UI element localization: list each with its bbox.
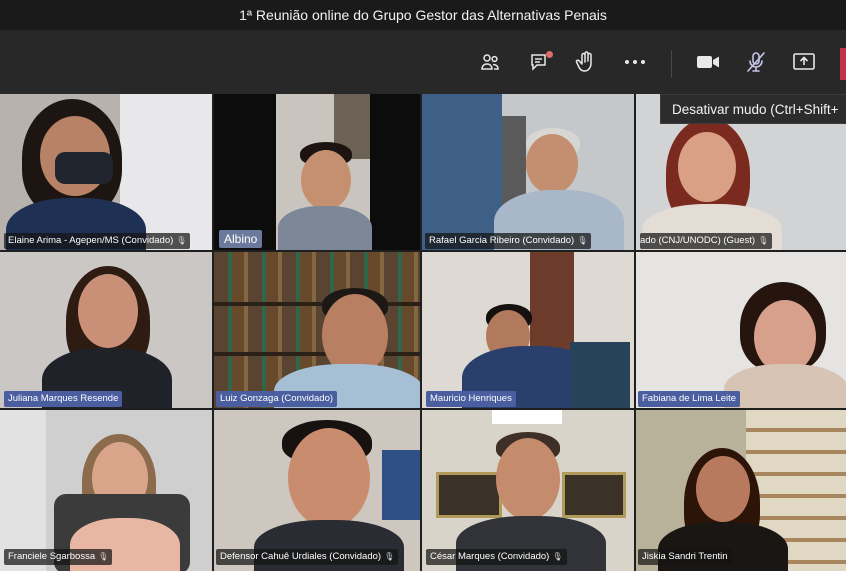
participant-name-label: Rafael Garcia Ribeiro (Convidado) 🎙 — [425, 233, 592, 249]
chat-button[interactable] — [522, 44, 558, 80]
participants-button[interactable] — [472, 44, 508, 80]
participant-name: Mauricio Henriques — [430, 393, 512, 404]
mic-button[interactable] — [738, 44, 774, 80]
meeting-toolbar — [0, 30, 846, 94]
participant-name: Elaine Arima - Agepen/MS (Convidado) — [8, 235, 174, 246]
meeting-title: 1ª Reunião online do Grupo Gestor das Al… — [239, 7, 607, 23]
more-actions-icon — [625, 60, 645, 64]
mic-icon: 🎙 — [758, 236, 769, 245]
participant-name-label: Franciele Sgarbossa 🎙 — [4, 549, 113, 565]
video-tile[interactable] — [214, 252, 420, 408]
participant-name: Franciele Sgarbossa — [8, 551, 96, 562]
participant-name-label: Albino — [219, 230, 263, 248]
mic-icon: 🎙 — [552, 552, 563, 561]
participant-name-label: Elaine Arima - Agepen/MS (Convidado) 🎙 — [4, 233, 191, 249]
video-tile[interactable] — [636, 410, 846, 571]
participants-icon — [481, 54, 499, 70]
raise-hand-button[interactable] — [568, 44, 604, 80]
video-grid: Elaine Arima - Agepen/MS (Convidado) 🎙 Al… — [0, 94, 846, 571]
video-tile[interactable] — [422, 252, 634, 408]
mic-muted-icon — [747, 52, 765, 72]
participant-name-label: ado (CNJ/UNODC) (Guest) 🎙 — [640, 233, 773, 249]
participant-name: César Marques (Convidado) — [430, 551, 550, 562]
video-tile[interactable] — [0, 410, 212, 571]
participant-name: ado (CNJ/UNODC) (Guest) — [640, 235, 756, 246]
camera-button[interactable] — [690, 44, 726, 80]
mic-icon: 🎙 — [577, 236, 588, 245]
video-tile[interactable] — [422, 410, 634, 571]
participant-name: Juliana Marques Resende — [8, 393, 119, 404]
participant-name: Luiz Gonzaga (Convidado) — [220, 393, 334, 404]
share-screen-icon — [793, 53, 815, 70]
participant-name-label: Luiz Gonzaga (Convidado) — [216, 391, 338, 407]
participant-name: Defensor Cahuê Urdiales (Convidado) — [220, 551, 382, 562]
participant-name: Rafael Garcia Ribeiro (Convidado) — [429, 235, 575, 246]
raise-hand-icon — [575, 51, 592, 72]
camera-icon — [697, 56, 719, 68]
share-screen-button[interactable] — [786, 44, 822, 80]
video-tile[interactable] — [636, 252, 846, 408]
hang-up-button[interactable] — [840, 48, 846, 80]
video-tile[interactable] — [422, 94, 634, 250]
mic-icon: 🎙 — [176, 236, 187, 245]
mute-tooltip: Desativar mudo (Ctrl+Shift+ — [660, 94, 846, 124]
participant-name-label: Fabiana de Lima Leite — [638, 391, 741, 407]
participant-name: Jiskia Sandri Trentin — [642, 551, 728, 562]
participant-name: Albino — [224, 232, 258, 246]
participant-name: Fabiana de Lima Leite — [642, 393, 737, 404]
video-tile[interactable] — [214, 410, 420, 571]
chat-notification-dot — [546, 51, 553, 58]
participant-name-label: Defensor Cahuê Urdiales (Convidado) 🎙 — [216, 549, 399, 565]
mic-icon: 🎙 — [384, 552, 395, 561]
video-tile[interactable] — [214, 94, 420, 250]
more-actions-button[interactable] — [617, 44, 653, 80]
video-tile[interactable] — [0, 94, 212, 250]
video-tile[interactable] — [0, 252, 212, 408]
participant-name-label: Juliana Marques Resende — [4, 391, 123, 407]
title-bar: 1ª Reunião online do Grupo Gestor das Al… — [0, 0, 846, 30]
participant-name-label: Mauricio Henriques — [426, 391, 516, 407]
mic-icon: 🎙 — [98, 552, 109, 561]
toolbar-divider — [671, 50, 672, 78]
participant-name-label: Jiskia Sandri Trentin — [638, 549, 732, 565]
participant-name-label: César Marques (Convidado) 🎙 — [426, 549, 567, 565]
